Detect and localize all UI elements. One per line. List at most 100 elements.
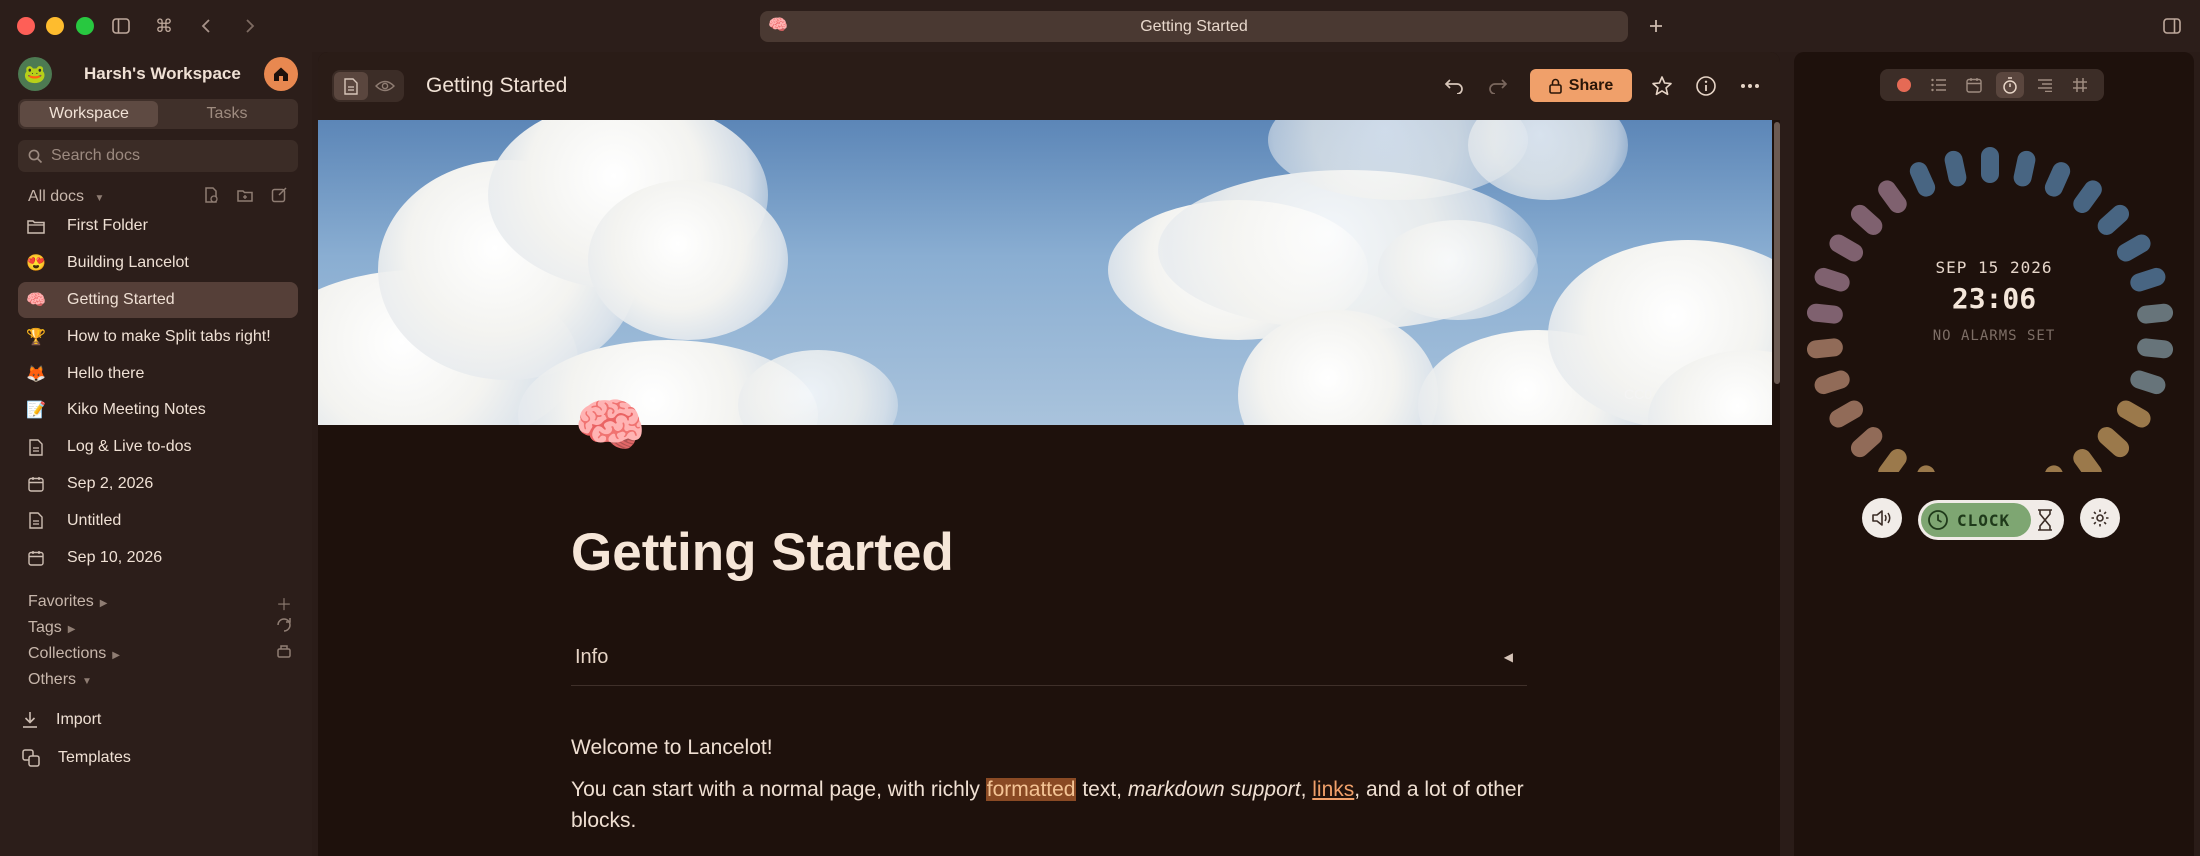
document-header: Getting Started Share [318,52,1780,120]
more-options-icon[interactable] [1736,72,1764,100]
dial-marker [2097,427,2130,458]
sidebar-item-building-lancelot[interactable]: 😍 Building Lancelot [18,245,298,282]
document-icon [24,438,48,456]
document-heading[interactable]: Getting Started [571,522,954,583]
sidebar-item-log-live-todos[interactable]: Log & Live to-dos [18,429,298,466]
dial-marker [2013,150,2036,187]
add-collection-icon[interactable] [276,643,292,664]
smile-emoji-icon: 😍 [26,255,46,273]
inline-link[interactable]: links [1312,778,1354,801]
add-favorite-plus-icon[interactable]: ＋ [276,591,292,615]
dial-marker [1944,150,1967,187]
chevron-down-icon: ▼ [94,193,105,204]
dial-marker [2073,180,2102,213]
dial-marker [1981,147,1999,183]
dial-marker [2116,400,2151,428]
zoom-window-button[interactable] [76,17,94,35]
page-emoji-brain-icon[interactable]: 🧠 [574,392,646,460]
document-scrollbar[interactable] [1774,122,1780,384]
undo-icon[interactable] [1440,72,1468,100]
command-icon[interactable]: ⌘ [150,12,178,40]
clock-mode-switch[interactable]: CLOCK [1918,500,2064,540]
import-icon [23,712,37,728]
templates-icon [22,749,40,767]
folder-icon [24,219,48,234]
tab-title: Getting Started [1140,17,1248,35]
page-title[interactable]: Getting Started [426,74,567,98]
info-section-toggle[interactable]: Info ◀ [571,640,1527,686]
all-docs-label: All docs [28,188,85,205]
cover-image[interactable]: CC0 [318,120,1772,425]
minimize-window-button[interactable] [46,17,64,35]
lock-icon [1548,78,1562,94]
workspace-tasks-switch: Workspace Tasks [18,99,298,129]
sidebar-item-split-tabs[interactable]: 🏆 How to make Split tabs right! [18,318,298,355]
workspace-name[interactable]: Harsh's Workspace [84,64,241,84]
sidebar-item-untitled[interactable]: Untitled [18,502,298,539]
compose-icon[interactable] [270,186,288,204]
eye-icon[interactable] [368,72,402,100]
clock-settings-button[interactable] [2080,498,2120,538]
right-panel-toggle-icon[interactable] [2158,12,2186,40]
sidebar-item-sep-2-2026[interactable]: Sep 2, 2026 [18,466,298,503]
clock-mode-active[interactable]: CLOCK [1921,503,2031,537]
close-window-button[interactable] [17,17,35,35]
workspace-avatar[interactable]: 🐸 [18,57,52,91]
home-icon[interactable] [264,57,298,91]
memo-emoji-icon: 📝 [26,402,46,420]
brain-emoji-icon: 🧠 [768,17,788,34]
section-others[interactable]: Others ▼ [28,671,92,689]
new-tab-plus-icon[interactable] [1642,12,1670,40]
section-favorites[interactable]: Favorites ▶ [28,593,108,611]
info-icon[interactable] [1692,72,1720,100]
sound-toggle-button[interactable] [1862,498,1902,538]
section-collections[interactable]: Collections ▶ [28,645,120,663]
add-tag-icon[interactable] [276,617,292,638]
redo-icon[interactable] [1484,72,1512,100]
sidebar-item-hello-there[interactable]: 🦊 Hello there [18,355,298,392]
sidebar-toggle-icon[interactable] [107,12,135,40]
cover-credit: CC0 [1624,386,1653,402]
sidebar-item-first-folder[interactable]: First Folder [18,208,298,245]
dial-marker [1878,180,1907,213]
document-icon [24,512,48,529]
new-folder-icon[interactable] [236,186,254,204]
sidebar-item-kiko-meeting-notes[interactable]: 📝 Kiko Meeting Notes [18,392,298,429]
tab-workspace[interactable]: Workspace [20,101,158,127]
section-tags[interactable]: Tags ▶ [28,619,76,637]
dial-marker [1878,449,1907,472]
edit-preview-toggle [332,70,404,102]
dial-marker [2073,449,2102,472]
dial-marker [1850,427,1883,458]
speaker-icon [1872,510,1891,526]
clock-icon [1928,510,1948,530]
chevron-right-icon: ▶ [99,598,108,609]
chevron-down-icon: ▼ [82,676,92,687]
new-doc-icon[interactable] [202,186,220,204]
highlighted-text: formatted [985,778,1077,801]
share-button[interactable]: Share [1530,69,1632,102]
back-arrow-icon[interactable] [192,12,220,40]
hourglass-icon[interactable] [2036,509,2054,531]
active-tab[interactable]: 🧠 Getting Started [760,11,1628,42]
doc-actions [202,186,288,204]
gear-icon [2091,509,2109,527]
import-button[interactable]: Import [22,711,101,729]
dial-marker [2130,370,2166,395]
forward-arrow-icon[interactable] [236,12,264,40]
fox-emoji-icon: 🦊 [26,365,46,383]
page-mode-icon[interactable] [334,72,368,100]
sidebar-item-getting-started[interactable]: 🧠 Getting Started [18,281,298,319]
intro-paragraph[interactable]: You can start with a normal page, with r… [571,774,1531,836]
sidebar-item-sep-10-2026[interactable]: Sep 10, 2026 [18,539,298,576]
templates-button[interactable]: Templates [22,749,131,767]
star-icon[interactable] [1648,72,1676,100]
search-input[interactable]: Search docs [18,140,298,172]
welcome-paragraph[interactable]: Welcome to Lancelot! [571,732,1531,763]
trophy-emoji-icon: 🏆 [26,328,46,346]
tab-tasks[interactable]: Tasks [158,101,296,127]
all-docs-dropdown[interactable]: All docs ▼ [28,188,104,206]
dial-marker [1909,465,1936,472]
sidebar: 🐸 Harsh's Workspace Workspace Tasks Sear… [0,52,312,856]
calendar-icon [24,476,48,492]
